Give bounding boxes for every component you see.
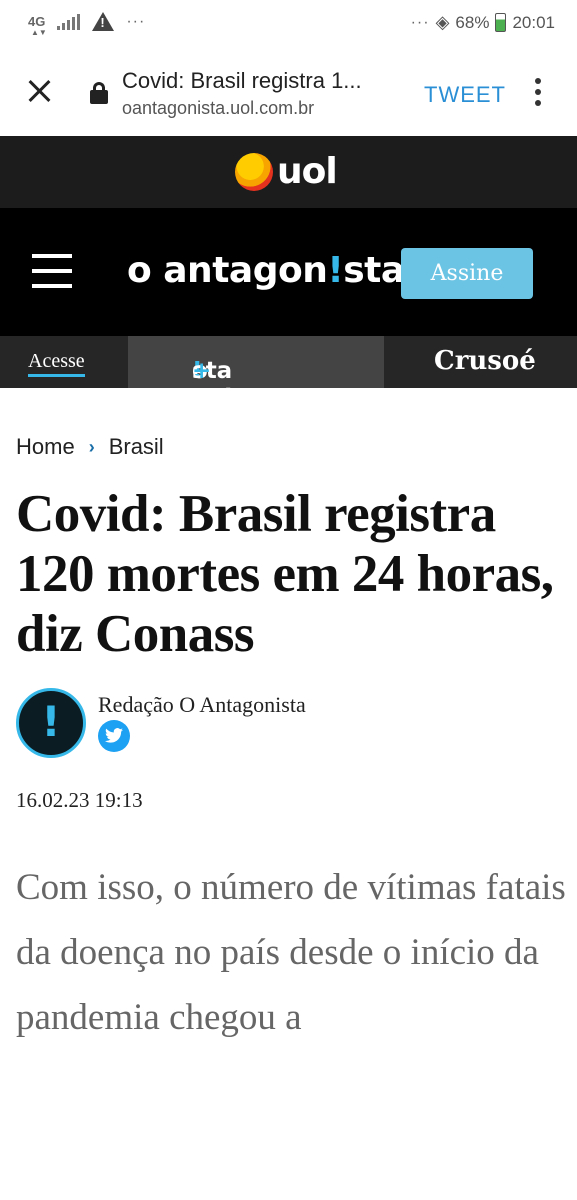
network-indicator: 4G ▲▼	[28, 14, 47, 37]
article-lead: Com isso, o número de vítimas fatais da …	[16, 867, 566, 1038]
site-logo[interactable]: o antagon!sta	[127, 250, 405, 291]
lock-icon[interactable]	[90, 82, 108, 104]
warning-icon	[92, 12, 115, 31]
twitter-icon[interactable]	[98, 720, 130, 752]
more-notifications-icon: ···	[126, 12, 146, 30]
url-host[interactable]: oantagonista.uol.com.br	[122, 98, 314, 119]
custom-tab-bar: Covid: Brasil registra 1... oantagonista…	[0, 48, 577, 136]
hamburger-menu-icon[interactable]	[32, 254, 72, 288]
logo-text-post: sta	[343, 250, 405, 291]
subscribe-button[interactable]: Assine	[401, 248, 533, 299]
nav-acesse[interactable]: Acesse	[0, 336, 128, 388]
rotate-icon: ◈	[435, 12, 450, 32]
more-status-icon: ···	[410, 13, 430, 31]
battery-percent: 68%	[455, 12, 490, 32]
uol-logo[interactable]: uol	[235, 151, 338, 192]
nav-crusoe-label: Crusoé	[434, 346, 536, 376]
publish-date: 16.02.23 19:13	[16, 788, 143, 812]
breadcrumb: Home › Brasil	[16, 434, 164, 460]
author-avatar[interactable]: !	[16, 688, 86, 758]
signal-icon	[57, 13, 81, 30]
article-headline: Covid: Brasil registra 120 mortes em 24 …	[16, 485, 554, 663]
nav-acesse-label: Acesse	[28, 350, 85, 377]
status-bar: 4G▲▼ ··· ··· ◈ 68% 20:01	[0, 0, 577, 48]
nav-antagonista-plus[interactable]: o antagon! sta +	[128, 336, 384, 410]
author-name[interactable]: Redação O Antagonista	[98, 692, 306, 718]
overflow-menu-icon[interactable]	[534, 78, 542, 112]
site-header: o antagon!sta Assine	[0, 208, 577, 336]
battery-icon	[495, 13, 507, 32]
clock: 20:01	[512, 12, 555, 32]
sub-nav: Acesse o antagon! sta + Crusoé	[0, 336, 577, 410]
tweet-button[interactable]: TWEET	[424, 82, 506, 108]
nav-crusoe[interactable]: Crusoé	[384, 336, 577, 388]
page-title[interactable]: Covid: Brasil registra 1...	[122, 68, 362, 94]
breadcrumb-section[interactable]: Brasil	[109, 434, 164, 460]
logo-text-pre: o antagon	[127, 250, 328, 291]
close-icon[interactable]	[22, 74, 56, 108]
logo-accent: !	[327, 250, 344, 291]
chevron-right-icon: ›	[88, 436, 95, 457]
breadcrumb-home[interactable]: Home	[16, 434, 75, 460]
uol-ball-icon	[235, 152, 273, 191]
uol-logo-text: uol	[277, 151, 338, 192]
uol-bar: uol	[0, 136, 577, 208]
